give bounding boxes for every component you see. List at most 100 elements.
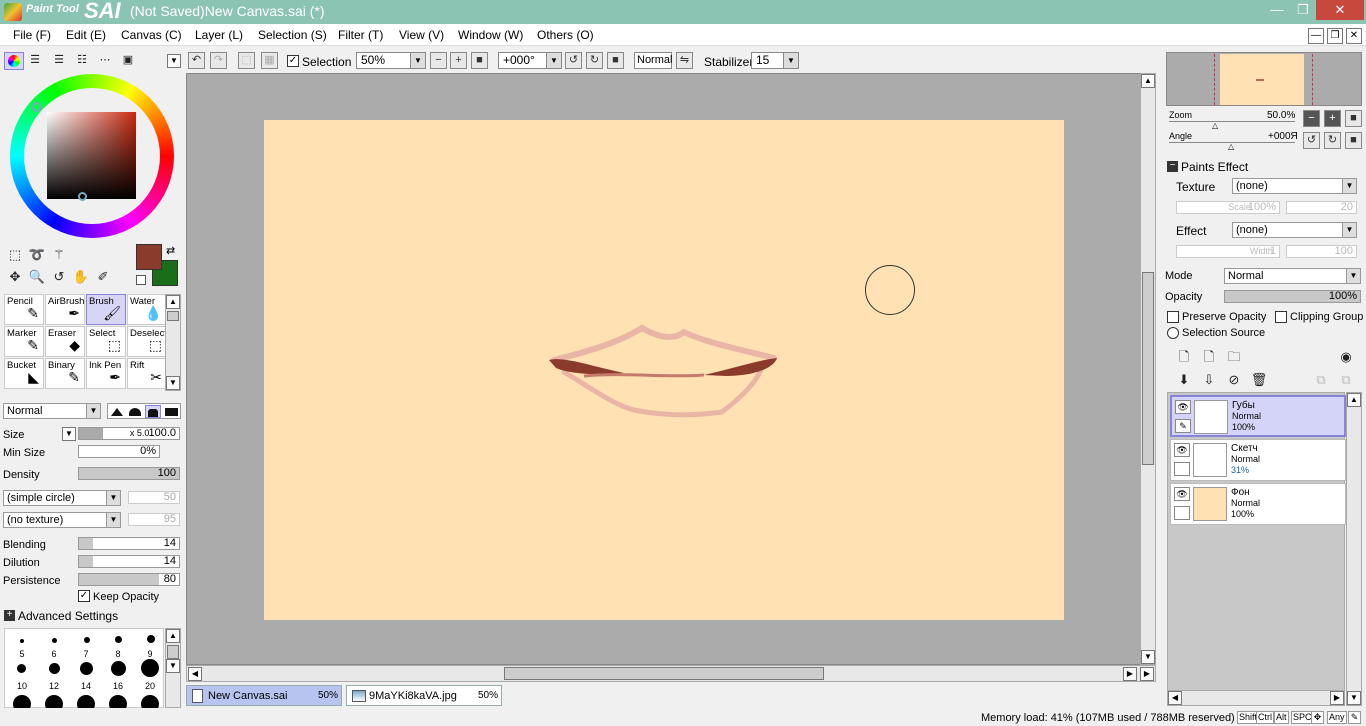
zoom-in-icon[interactable]: + (450, 52, 467, 69)
pe-scale-slider[interactable]: Scale100% (1176, 201, 1280, 214)
new-linework-layer-icon[interactable]: 🗋 (1200, 348, 1218, 366)
canvas-paper[interactable] (264, 120, 1064, 620)
hard-edge-3-icon[interactable] (148, 409, 158, 417)
menu-layer[interactable]: Layer (L) (195, 28, 243, 42)
layer-list-scrollbar[interactable]: ▲ ▼ (1346, 392, 1362, 706)
hue-ring[interactable] (10, 74, 174, 238)
new-folder-icon[interactable]: 🗀 (1225, 348, 1243, 366)
rotate-right-icon[interactable]: ↻ (586, 52, 603, 69)
tool-ink-pen[interactable]: Ink Pen ✒ (86, 358, 126, 389)
hard-edge-1-icon[interactable] (111, 408, 123, 416)
pe-width-slider[interactable]: Width1 (1176, 245, 1280, 258)
mdi-restore-button[interactable]: ❐ (1327, 28, 1343, 44)
pe-texture-select[interactable]: (none) ▼ (1232, 178, 1357, 194)
preset-dot-14[interactable] (80, 662, 93, 675)
scroll-up-icon[interactable]: ▲ (166, 295, 180, 309)
tool-water[interactable]: Water 💧 (127, 294, 167, 325)
zoom-out-icon[interactable]: − (430, 52, 447, 69)
nav-rotate-left-icon[interactable]: ↺ (1303, 132, 1320, 149)
presets-scrollbar[interactable]: ▲ ▼ (165, 628, 181, 708)
navigator-preview[interactable] (1166, 52, 1362, 106)
scroll-down-icon[interactable]: ▼ (1347, 691, 1361, 705)
pe-effect-select[interactable]: (none) ▼ (1232, 222, 1357, 238)
selection-source-radio[interactable] (1167, 327, 1179, 339)
zoom-reset-icon[interactable]: ■ (471, 52, 488, 69)
slider-marker-icon[interactable]: △ (1212, 121, 1218, 130)
preset-dot-7[interactable] (84, 637, 90, 643)
preset-dot-20[interactable] (141, 659, 159, 677)
scroll-right-icon[interactable]: ▶ (1330, 691, 1344, 705)
preset-dot-12[interactable] (49, 663, 60, 674)
minimize-button[interactable]: — (1264, 0, 1290, 20)
horizontal-scroll-thumb[interactable] (504, 667, 824, 680)
brush-texture-select[interactable]: (no texture) ▼ (3, 512, 121, 528)
eye-icon[interactable]: 👁 (1174, 487, 1190, 501)
pe-width-strength[interactable]: 100 (1286, 245, 1357, 258)
mdi-close-button[interactable]: ✕ (1346, 28, 1362, 44)
rotate-left-icon[interactable]: ↺ (565, 52, 582, 69)
scroll-up-icon[interactable]: ▲ (1141, 74, 1155, 88)
nav-rotate-reset-icon[interactable]: ■ (1345, 132, 1362, 149)
canvas-viewport[interactable] (186, 73, 1141, 665)
rotate-reset-icon[interactable]: ■ (607, 52, 624, 69)
hard-edge-2-icon[interactable] (129, 408, 141, 416)
view-mode-combo[interactable]: Normal (634, 52, 672, 69)
nav-zoom-reset-icon[interactable]: ■ (1345, 110, 1362, 127)
preset-dot-10[interactable] (17, 664, 26, 673)
layer-item[interactable]: 👁 ✎ Губы Normal 100% (1170, 395, 1346, 437)
selection-checkbox[interactable]: ✓ (287, 55, 299, 67)
menu-canvas[interactable]: Canvas (C) (121, 28, 182, 42)
dilution-slider[interactable]: 14 (78, 555, 180, 568)
sv-picker-cursor[interactable] (78, 192, 87, 201)
move-icon[interactable]: ✥ (6, 268, 24, 286)
delete-layer-icon[interactable]: 🗑 (1250, 371, 1268, 389)
tool-marker[interactable]: Marker ✎ (4, 326, 44, 357)
scroll-thumb[interactable] (167, 311, 179, 321)
primary-color-swatch[interactable] (136, 244, 162, 270)
tool-airbrush[interactable]: AirBrush ✒ (45, 294, 85, 325)
rotate-icon[interactable]: ↺ (50, 268, 68, 286)
hue-picker-cursor[interactable] (32, 102, 42, 112)
maximize-button[interactable]: ❐ (1290, 0, 1316, 20)
zoom-combo[interactable]: 50% ▼ (356, 52, 426, 69)
stabilizer-combo[interactable]: 15 ▼ (751, 52, 799, 69)
rgb-slider-tab[interactable]: ☰ (26, 51, 44, 69)
preset-dot-8[interactable] (115, 636, 122, 643)
hard-edge-4-icon[interactable] (165, 408, 178, 416)
scratchpad-tab[interactable]: ▣ (119, 51, 137, 69)
layer-list-hscrollbar[interactable]: ◀ ▶ (1167, 690, 1345, 706)
pe-scale-strength[interactable]: 20 (1286, 201, 1357, 214)
layer-paste-icon[interactable]: ⧉ (1337, 371, 1355, 389)
flip-horizontal-icon[interactable]: ⇋ (676, 52, 693, 69)
menu-filter[interactable]: Filter (T) (338, 28, 383, 42)
vertical-scroll-thumb[interactable] (1142, 272, 1154, 465)
size-slider[interactable]: x 5.0 100.0 (78, 427, 180, 440)
layer-item[interactable]: 👁 Фон Normal 100% (1170, 483, 1346, 525)
zoom-icon[interactable]: 🔍 (28, 268, 46, 286)
record-icon[interactable]: ◉ (1337, 348, 1355, 366)
user-swatches-tab[interactable]: ⋯ (96, 51, 114, 69)
menu-others[interactable]: Others (O) (537, 28, 594, 42)
hsv-slider-tab[interactable]: ☰ (50, 51, 68, 69)
shape-strength-slider[interactable]: 50 (128, 491, 180, 504)
doc-tab-new-canvas[interactable]: New Canvas.sai 50% (186, 685, 342, 706)
scroll-down-icon[interactable]: ▼ (166, 659, 180, 673)
horizontal-scrollbar[interactable]: ◀ ▶ ▶ (186, 665, 1156, 682)
empty-lock-slot[interactable] (1174, 506, 1190, 520)
layer-mode-select[interactable]: Normal ▼ (1224, 268, 1361, 284)
layer-opacity-slider[interactable]: 100% (1224, 290, 1361, 303)
scroll-thumb[interactable] (167, 645, 179, 659)
scroll-left-icon[interactable]: ◀ (188, 667, 202, 681)
deselect-button-icon[interactable]: ⬚ (238, 52, 255, 69)
expand-plus-icon[interactable]: + (4, 610, 15, 621)
preset-dot-9[interactable] (147, 635, 155, 643)
eye-icon[interactable]: 👁 (1174, 443, 1190, 457)
vertical-scrollbar[interactable]: ▲ ▼ (1140, 73, 1156, 665)
hand-icon[interactable]: ✋ (72, 268, 90, 286)
layer-copy-icon[interactable]: ⧉ (1312, 371, 1330, 389)
menu-view[interactable]: View (V) (399, 28, 444, 42)
texture-strength-slider[interactable]: 95 (128, 513, 180, 526)
brush-mode-select[interactable]: Normal ▼ (3, 403, 101, 419)
empty-lock-slot[interactable] (1174, 462, 1190, 476)
eyedropper-icon[interactable]: ✐ (94, 268, 112, 286)
